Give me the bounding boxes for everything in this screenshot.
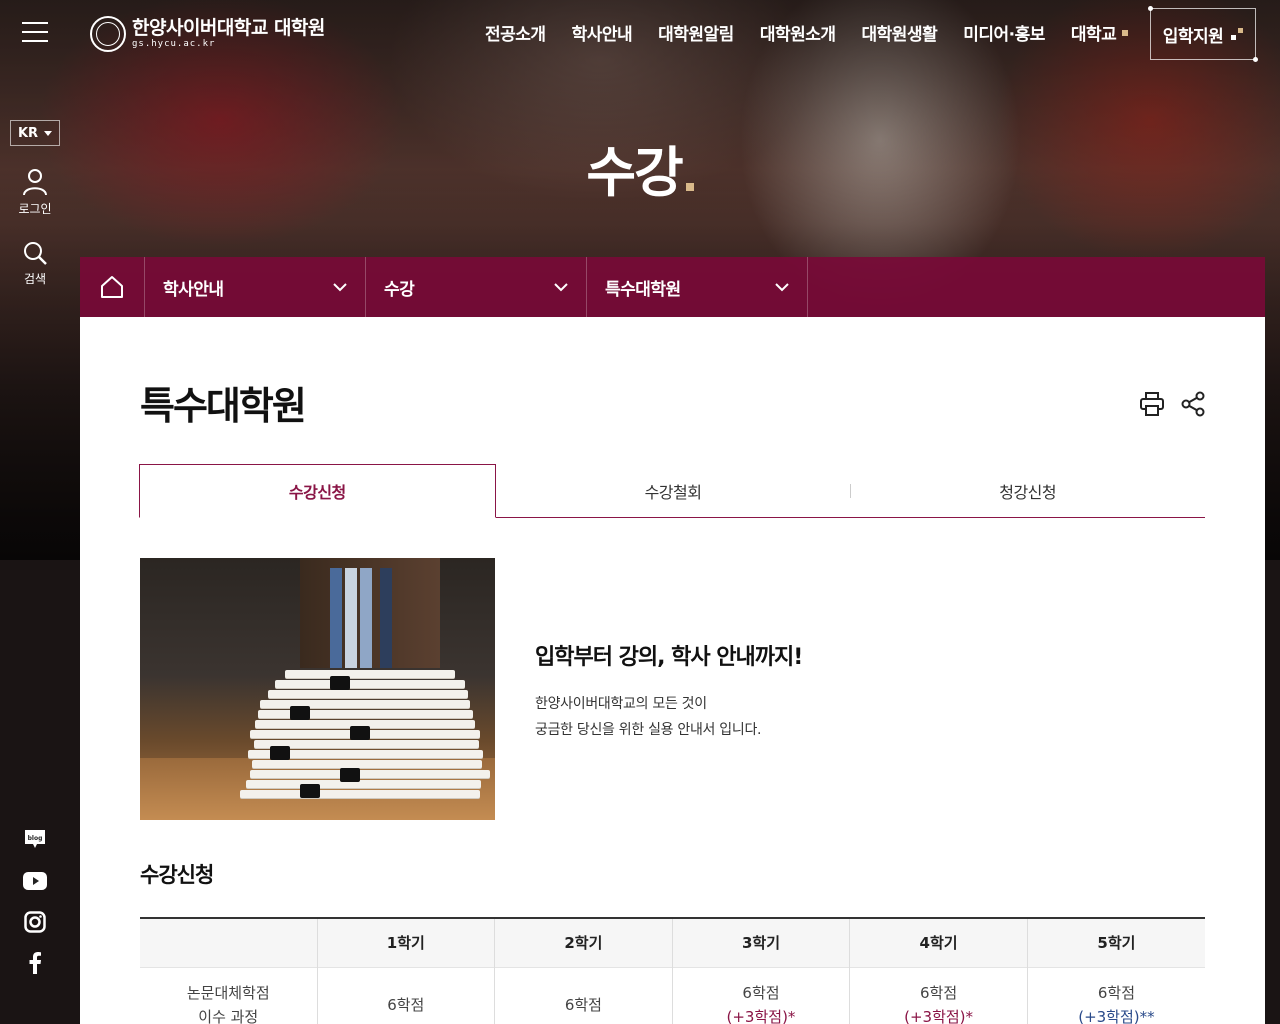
admission-label: 입학지원 (1162, 26, 1224, 47)
print-icon[interactable] (1139, 391, 1165, 417)
table-cell: 6학점 (+3학점)** (1026, 966, 1205, 1024)
language-selector[interactable]: KR (10, 120, 60, 146)
search-icon (24, 242, 47, 265)
table-header: 5학기 (1026, 917, 1205, 967)
credit-table: 1학기 2학기 3학기 4학기 5학기 논문대체학점 이수 과정 6학점 6학점… (140, 917, 1205, 1024)
content-panel: 특수대학원 수강신청 수강철회 청강신청 입학부터 강의, 학사 안내까지! 한… (80, 317, 1265, 1024)
logo-url: gs.hycu.ac.kr (132, 39, 216, 49)
nav-media[interactable]: 미디어·홍보 (950, 20, 1058, 45)
table-cell: 6학점 (494, 966, 673, 1024)
page-title: 특수대학원 (140, 384, 307, 428)
left-rail: KR 로그인 검색 blog (0, 0, 70, 1024)
intro-image (140, 558, 495, 820)
intro-heading: 입학부터 강의, 학사 안내까지! (535, 645, 803, 670)
admission-button[interactable]: 입학지원 (1148, 6, 1258, 62)
nav-notice[interactable]: 대학원알림 (645, 20, 747, 45)
hamburger-menu-icon[interactable] (22, 22, 48, 44)
login-button[interactable]: 로그인 (0, 168, 70, 217)
top-header: 한양사이버대학교 대학원 gs.hycu.ac.kr 전공소개 학사안내 대학원… (70, 0, 1280, 68)
table-header: 3학기 (671, 917, 850, 967)
search-label: 검색 (23, 272, 47, 286)
tab-audit-application[interactable]: 청강신청 (850, 464, 1205, 517)
tab-course-registration[interactable]: 수강신청 (139, 464, 496, 518)
instagram-icon[interactable] (22, 909, 48, 935)
tab-course-withdrawal[interactable]: 수강철회 (496, 464, 851, 517)
login-label: 로그인 (18, 202, 52, 216)
university-logo[interactable]: 한양사이버대학교 대학원 gs.hycu.ac.kr (90, 16, 325, 52)
page-tools (1139, 391, 1205, 417)
nav-life[interactable]: 대학원생활 (849, 20, 951, 45)
link-dots-icon (1231, 28, 1244, 40)
external-square-icon (1122, 29, 1129, 36)
breadcrumb-level-1[interactable]: 학사안내 (145, 257, 366, 317)
caret-down-icon (44, 130, 53, 136)
chevron-down-icon (554, 282, 568, 291)
table-header-row: 1학기 2학기 3학기 4학기 5학기 (140, 917, 1205, 967)
svg-text:blog: blog (28, 835, 43, 842)
home-icon (101, 276, 123, 298)
hero-title: 수강 (0, 128, 1280, 207)
breadcrumb: 학사안내 수강 특수대학원 (80, 257, 1265, 317)
facebook-icon[interactable] (22, 950, 48, 976)
table-cell: 6학점 (316, 966, 495, 1024)
table-header: 1학기 (316, 917, 495, 967)
table-cell: 6학점 (+3학점)* (849, 966, 1028, 1024)
search-button[interactable]: 검색 (0, 240, 70, 287)
main-nav: 전공소개 학사안내 대학원알림 대학원소개 대학원생활 미디어·홍보 대학교 (472, 20, 1141, 45)
section-title: 수강신청 (140, 863, 214, 887)
home-button[interactable] (80, 257, 145, 317)
table-header: 4학기 (849, 917, 1028, 967)
chevron-down-icon (775, 282, 789, 291)
share-icon[interactable] (1181, 391, 1205, 417)
table-header (140, 917, 317, 967)
table-cell: 6학점 (+3학점)* (671, 966, 850, 1024)
youtube-icon[interactable] (22, 868, 48, 894)
nav-about[interactable]: 대학원소개 (747, 20, 849, 45)
table-header: 2학기 (494, 917, 673, 967)
user-icon (23, 169, 47, 196)
breadcrumb-level-2[interactable]: 수강 (366, 257, 587, 317)
language-label: KR (17, 125, 39, 141)
intro-body: 한양사이버대학교의 모든 것이 궁금한 당신을 위한 실용 안내서 입니다. (535, 691, 761, 743)
nav-university[interactable]: 대학교 (1058, 20, 1141, 45)
table-row: 논문대체학점 이수 과정 6학점 6학점 6학점 (+3학점)* 6학점 (+3학점… (140, 966, 1205, 1024)
title-dot-icon (685, 183, 694, 191)
row-label: 논문대체학점 이수 과정 (140, 966, 317, 1024)
logo-name: 한양사이버대학교 대학원 (132, 17, 325, 39)
nav-major[interactable]: 전공소개 (472, 20, 559, 45)
tab-bar: 수강신청 수강철회 청강신청 (139, 464, 1205, 518)
blog-icon[interactable]: blog (22, 826, 48, 852)
intro-line-1: 한양사이버대학교의 모든 것이 (535, 696, 707, 712)
intro-line-2: 궁금한 당신을 위한 실용 안내서 입니다. (535, 722, 762, 738)
university-seal-icon (90, 16, 126, 52)
breadcrumb-level-3[interactable]: 특수대학원 (587, 257, 808, 317)
nav-academic[interactable]: 학사안내 (559, 20, 646, 45)
chevron-down-icon (333, 282, 347, 291)
